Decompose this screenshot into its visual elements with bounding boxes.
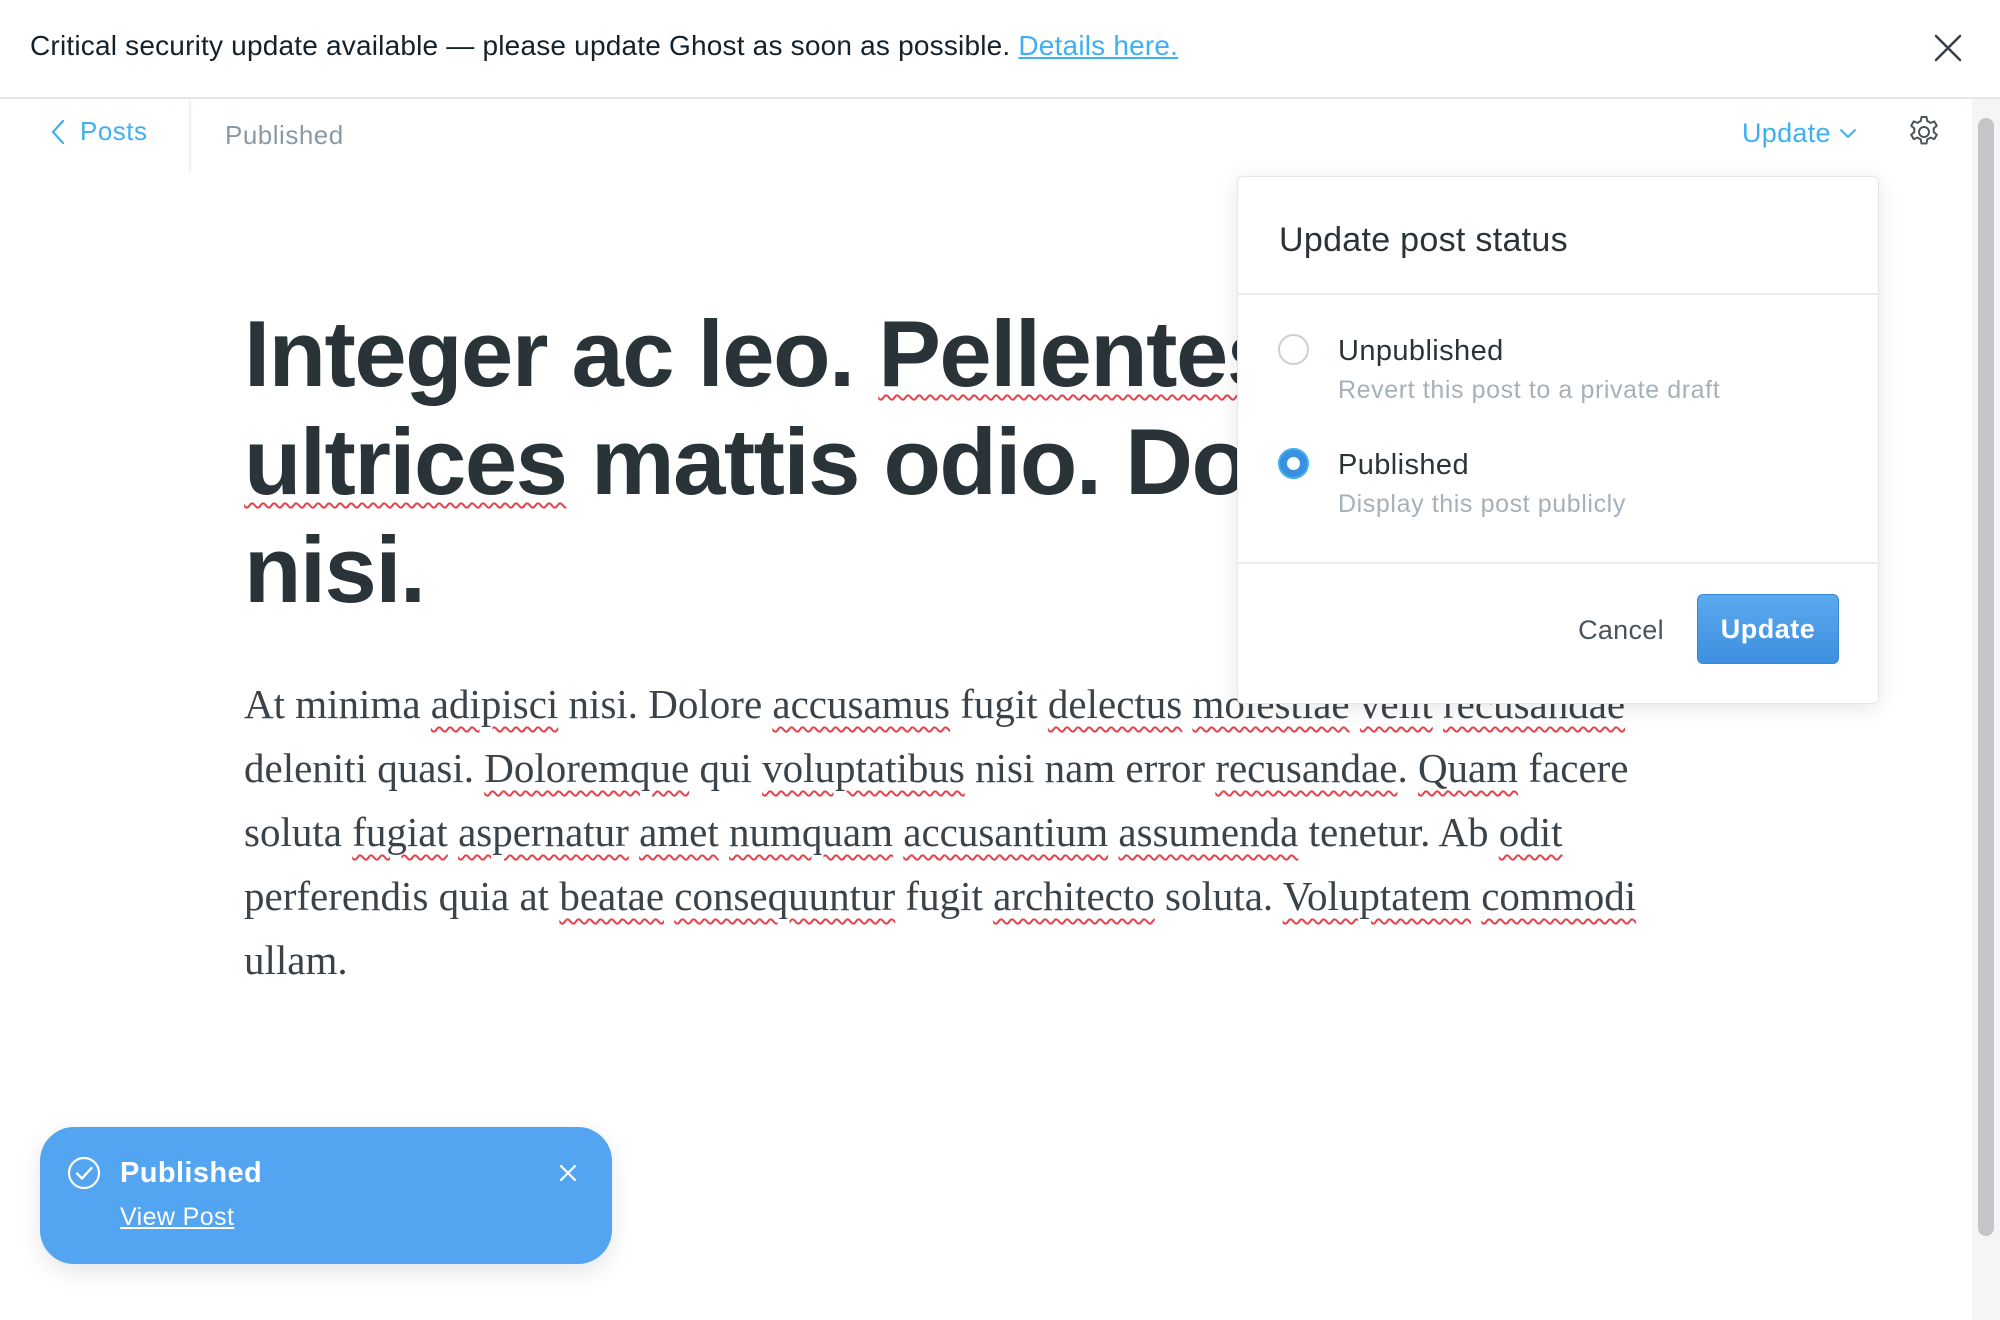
misspelled-word: recusandae <box>1215 745 1398 791</box>
body-text: ullam. <box>244 937 348 983</box>
chevron-left-icon <box>51 119 65 144</box>
misspelled-word: Quam <box>1417 745 1519 791</box>
popover-divider <box>1238 562 1878 564</box>
option-published-description: Display this post publicly <box>1338 490 1626 518</box>
back-to-posts-link[interactable]: Posts <box>50 116 148 147</box>
body-text: qui <box>689 745 763 791</box>
body-text: . <box>1397 745 1418 791</box>
title-text: Integer ac leo. <box>244 301 879 406</box>
misspelled-word: odit <box>1498 809 1563 855</box>
misspelled-word: adipisci <box>430 681 559 727</box>
body-text <box>893 809 903 855</box>
radio-unpublished[interactable] <box>1278 334 1309 365</box>
misspelled-word: aspernatur <box>458 809 629 855</box>
update-menu-label: Update <box>1742 118 1831 148</box>
body-text <box>664 873 674 919</box>
security-alert-bar: Critical security update available — ple… <box>0 0 2000 99</box>
body-text: perferendis quia at <box>244 873 560 919</box>
view-post-link[interactable]: View Post <box>120 1203 234 1232</box>
check-circle-icon <box>67 1156 101 1190</box>
update-status-popover: Update post status Unpublished Revert th… <box>1237 176 1879 704</box>
post-body[interactable]: At minima adipisci nisi. Dolore accusamu… <box>244 672 1684 992</box>
gear-icon[interactable] <box>1906 114 1942 150</box>
back-label: Posts <box>80 116 148 146</box>
toast-title: Published <box>120 1157 263 1189</box>
body-text: nisi. Dolore <box>558 681 773 727</box>
body-text: tenetur. Ab <box>1298 809 1499 855</box>
misspelled-word: accusamus <box>772 681 950 727</box>
popover-divider <box>1238 293 1878 295</box>
close-icon[interactable] <box>556 1161 580 1185</box>
misspelled-word: architecto <box>993 873 1155 919</box>
body-text: soluta. <box>1154 873 1283 919</box>
body-text <box>448 809 458 855</box>
misspelled-word: Doloremque <box>484 745 690 791</box>
nav-divider <box>189 101 191 171</box>
option-unpublished-description: Revert this post to a private draft <box>1338 376 1721 404</box>
post-status-label: Published <box>225 120 344 150</box>
popover-title: Update post status <box>1279 221 1568 259</box>
body-text: At minima <box>244 681 431 727</box>
alert-details-link[interactable]: Details here. <box>1018 30 1178 61</box>
alert-message: Critical security update available — ple… <box>30 30 1178 62</box>
body-text <box>719 809 729 855</box>
misspelled-word: fugiat <box>352 809 448 855</box>
misspelled-word: voluptatibus <box>762 745 965 791</box>
misspelled-word: assumenda <box>1118 809 1299 855</box>
close-icon[interactable] <box>1930 30 1966 66</box>
misspelled-word: accusantium <box>903 809 1109 855</box>
body-text: fugit <box>895 873 994 919</box>
body-text <box>1182 681 1192 727</box>
misspelled-word: Voluptatem <box>1282 873 1471 919</box>
published-toast: Published View Post <box>40 1127 612 1264</box>
misspelled-word: numquam <box>729 809 893 855</box>
misspelled-word: delectus <box>1047 681 1183 727</box>
misspelled-word: beatae <box>559 873 665 919</box>
alert-message-text: Critical security update available — ple… <box>30 30 1011 61</box>
option-unpublished-label[interactable]: Unpublished <box>1338 335 1504 368</box>
misspelled-word: consequuntur <box>674 873 896 919</box>
scrollbar-thumb[interactable] <box>1978 118 1994 1236</box>
update-menu-trigger[interactable]: Update <box>1742 118 1857 149</box>
body-text <box>1108 809 1118 855</box>
misspelled-word: commodi <box>1481 873 1637 919</box>
body-text <box>1471 873 1481 919</box>
cancel-button[interactable]: Cancel <box>1556 595 1686 665</box>
option-published-label[interactable]: Published <box>1338 449 1469 482</box>
chevron-down-icon <box>1839 128 1856 138</box>
misspelled-word: amet <box>639 809 719 855</box>
radio-published[interactable] <box>1278 448 1309 479</box>
body-text <box>629 809 639 855</box>
body-text: fugit <box>949 681 1048 727</box>
body-text: deleniti quasi. <box>244 745 485 791</box>
update-button[interactable]: Update <box>1697 594 1839 664</box>
misspelled-word: ultrices <box>244 409 568 514</box>
body-text: nisi nam error <box>964 745 1216 791</box>
